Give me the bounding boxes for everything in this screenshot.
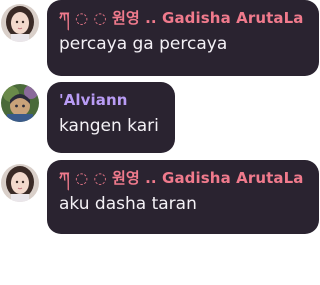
- girl-portrait-avatar-icon: [1, 4, 39, 42]
- author-name[interactable]: ཀ ◌ ◌ 원영 .. Gadisha ArutaLa: [59, 8, 307, 28]
- author-name[interactable]: ཀ ◌ ◌ 원영 .. Gadisha ArutaLa: [59, 168, 307, 188]
- message-bubble[interactable]: 'Alviann kangen kari: [47, 82, 175, 153]
- user-avatar[interactable]: [1, 4, 39, 42]
- message-bubble[interactable]: ཀ ◌ ◌ 원영 .. Gadisha ArutaLa aku dasha ta…: [47, 160, 319, 234]
- message-text: kangen kari: [59, 116, 159, 136]
- message-text: aku dasha taran: [59, 194, 197, 214]
- character-avatar-icon: [1, 84, 39, 122]
- message-text: percaya ga percaya: [59, 34, 228, 54]
- author-name[interactable]: 'Alviann: [59, 90, 163, 110]
- girl-portrait-avatar-icon: [1, 164, 39, 202]
- message-bubble[interactable]: ཀ ◌ ◌ 원영 .. Gadisha ArutaLa percaya ga p…: [47, 0, 319, 76]
- user-avatar[interactable]: [1, 164, 39, 202]
- user-avatar[interactable]: [1, 84, 39, 122]
